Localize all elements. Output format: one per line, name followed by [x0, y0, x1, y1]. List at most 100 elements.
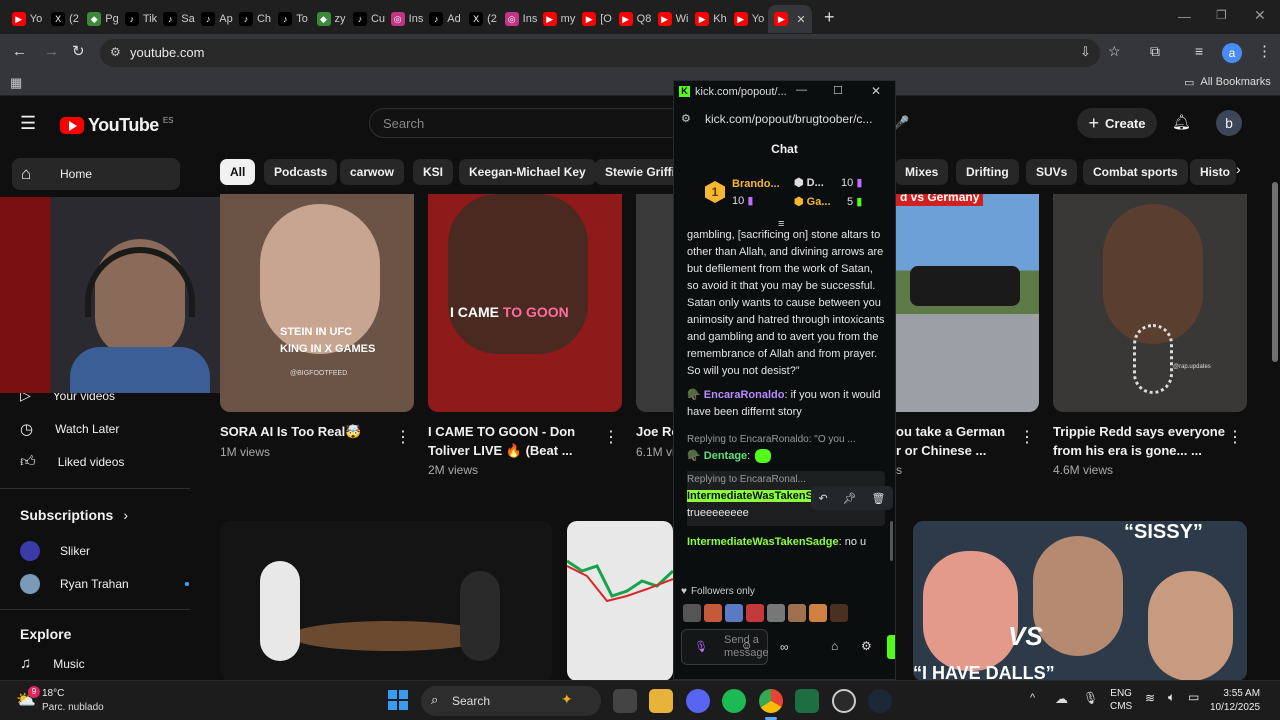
emote-icon[interactable]: [704, 604, 722, 622]
browser-tab[interactable]: ◎ Ins: [388, 5, 426, 33]
search-input[interactable]: Search: [369, 108, 679, 138]
video-thumbnail[interactable]: [220, 521, 552, 680]
taskbar-search[interactable]: ⌕ Search ✦: [421, 686, 601, 716]
subscriptions-heading[interactable]: Subscriptions ›: [20, 507, 128, 523]
subscription-sliker[interactable]: Sliker: [20, 541, 90, 561]
popup-minimize-icon[interactable]: —: [796, 84, 807, 96]
filter-chip[interactable]: Drifting: [956, 159, 1019, 185]
browser-tab[interactable]: X (2: [46, 5, 84, 33]
browser-tab[interactable]: ♪ Ap: [198, 5, 236, 33]
chrome-icon[interactable]: [759, 689, 783, 713]
filter-chip[interactable]: SUVs: [1026, 159, 1078, 185]
browser-tab[interactable]: ♪ Cu: [350, 5, 388, 33]
emote-icon[interactable]: [725, 604, 743, 622]
browser-tab[interactable]: ◎ Ins: [502, 5, 540, 33]
emote-icon[interactable]: [788, 604, 806, 622]
task-view-icon[interactable]: [613, 689, 637, 713]
browser-tab[interactable]: ♪ Sa: [160, 5, 198, 33]
chat-scrollbar[interactable]: [890, 521, 893, 561]
kicks-icon[interactable]: ∞: [780, 640, 789, 654]
emote-icon[interactable]: [809, 604, 827, 622]
browser-menu-icon[interactable]: ⋮: [1257, 42, 1272, 60]
send-button[interactable]: [887, 635, 895, 659]
popup-close-icon[interactable]: ✕: [871, 84, 881, 98]
browser-tab[interactable]: ♪ Ch: [236, 5, 274, 33]
browser-tab[interactable]: ▶ Yo: [730, 5, 768, 33]
browser-tab[interactable]: ♪ To: [274, 5, 312, 33]
chat-username[interactable]: IntermediateWasTakenSadge: [687, 536, 839, 548]
browser-tab[interactable]: ▶ [O: [578, 5, 616, 33]
chat-settings-icon[interactable]: ⚙: [861, 639, 872, 653]
back-icon[interactable]: ←: [12, 43, 27, 60]
scrollbar-thumb[interactable]: [1272, 182, 1278, 362]
media-control-icon[interactable]: ≡: [1195, 43, 1203, 59]
start-button[interactable]: [388, 690, 408, 710]
browser-profile-avatar[interactable]: a: [1222, 43, 1242, 63]
spotify-icon[interactable]: [722, 689, 746, 713]
browser-tab[interactable]: ▶ Kh: [692, 5, 730, 33]
new-tab-button[interactable]: +: [824, 7, 835, 28]
site-settings-icon[interactable]: ⚙: [681, 112, 691, 125]
create-button[interactable]: + Create: [1077, 108, 1157, 138]
minimize-window-icon[interactable]: —: [1178, 9, 1191, 24]
chips-next-icon[interactable]: ›: [1236, 161, 1241, 177]
chat-reply-context[interactable]: Replying to EncaraRonaldo: "O you ...: [687, 431, 885, 448]
browser-tab[interactable]: ▶ Wi: [654, 5, 692, 33]
video-title[interactable]: SORA AI Is Too Real🤯: [220, 422, 361, 441]
clock[interactable]: 3:55 AM 10/12/2025: [1210, 687, 1260, 715]
chat-username[interactable]: EncaraRonaldo: [704, 389, 785, 401]
video-title[interactable]: ou take a German r or Chinese ...: [896, 422, 1016, 460]
browser-tab[interactable]: ▶ Q8: [616, 5, 654, 33]
sidebar-item-watch-later[interactable]: ◷ Watch Later: [20, 420, 119, 438]
filter-chip[interactable]: Keegan-Michael Key: [459, 159, 596, 185]
sidebar-item-home[interactable]: ⌂ Home: [12, 158, 180, 190]
browser-tab[interactable]: X (2: [464, 5, 502, 33]
video-thumbnail[interactable]: [636, 194, 676, 412]
leader-three[interactable]: ⬢ Ga...: [794, 195, 831, 208]
reply-icon[interactable]: ↶: [818, 492, 827, 505]
microphone-tray-icon[interactable]: 🎙︎: [1083, 691, 1098, 705]
discord-icon[interactable]: [686, 689, 710, 713]
sidebar-item-music[interactable]: ♫ Music: [20, 655, 85, 672]
filter-chip[interactable]: Histo: [1190, 159, 1236, 185]
browser-tab[interactable]: ♪ Ad: [426, 5, 464, 33]
close-window-icon[interactable]: ✕: [1254, 7, 1266, 24]
restore-window-icon[interactable]: ❐: [1216, 8, 1227, 22]
filter-chip[interactable]: carwow: [340, 159, 405, 185]
show-hidden-icons[interactable]: ^: [1030, 692, 1035, 704]
filter-chip[interactable]: Mixes: [895, 159, 949, 185]
video-menu-icon[interactable]: ⋮: [1019, 427, 1035, 447]
volume-icon[interactable]: 🔈︎: [1168, 690, 1175, 705]
guide-menu-icon[interactable]: ☰: [20, 113, 36, 134]
video-menu-icon[interactable]: ⋮: [395, 427, 411, 447]
forward-icon[interactable]: →: [44, 43, 59, 60]
store-icon[interactable]: ⌂: [831, 639, 838, 653]
video-menu-icon[interactable]: ⋮: [603, 427, 619, 447]
video-title[interactable]: I CAME TO GOON - Don Toliver LIVE 🔥 (Bea…: [428, 422, 593, 460]
mic-icon[interactable]: 🎙︎: [694, 640, 708, 653]
browser-tab[interactable]: ▶ ✕: [768, 5, 812, 33]
tab-close-icon[interactable]: ✕: [796, 13, 805, 26]
sidebar-item-liked-videos[interactable]: 👍︎ Liked videos: [20, 453, 124, 471]
emote-icon[interactable]: [746, 604, 764, 622]
video-thumbnail[interactable]: “SISSY” VS “I HAVE DALLS”: [913, 521, 1247, 680]
address-bar[interactable]: ⚙ youtube.com ⇩: [100, 39, 1100, 67]
all-bookmarks-folder[interactable]: ▭ All Bookmarks: [1184, 76, 1271, 89]
excel-icon[interactable]: [795, 689, 819, 713]
language-indicator[interactable]: ENG CMS: [1110, 687, 1132, 713]
video-thumbnail[interactable]: STEIN IN UFC KING IN X GAMES @BIGFOOTFEE…: [220, 194, 414, 412]
page-scrollbar[interactable]: [1270, 97, 1280, 680]
install-app-icon[interactable]: ⇩: [1080, 44, 1091, 60]
emote-icon[interactable]: [830, 604, 848, 622]
emoji-picker-icon[interactable]: ☺: [741, 640, 752, 652]
leader-two[interactable]: ⬢ D...: [794, 176, 824, 189]
browser-tab[interactable]: ♪ Tik: [122, 5, 160, 33]
video-thumbnail[interactable]: @rap.updates: [1053, 194, 1247, 412]
video-menu-icon[interactable]: ⋮: [1227, 427, 1243, 447]
steam-icon[interactable]: [868, 689, 892, 713]
file-explorer-icon[interactable]: [649, 689, 673, 713]
filter-chip[interactable]: KSI: [413, 159, 454, 185]
extensions-icon[interactable]: ⧉: [1150, 43, 1160, 60]
browser-tab[interactable]: ▶ my: [540, 5, 578, 33]
weather-widget[interactable]: ⛅ 9 18°C Parc. nublado: [14, 685, 154, 717]
